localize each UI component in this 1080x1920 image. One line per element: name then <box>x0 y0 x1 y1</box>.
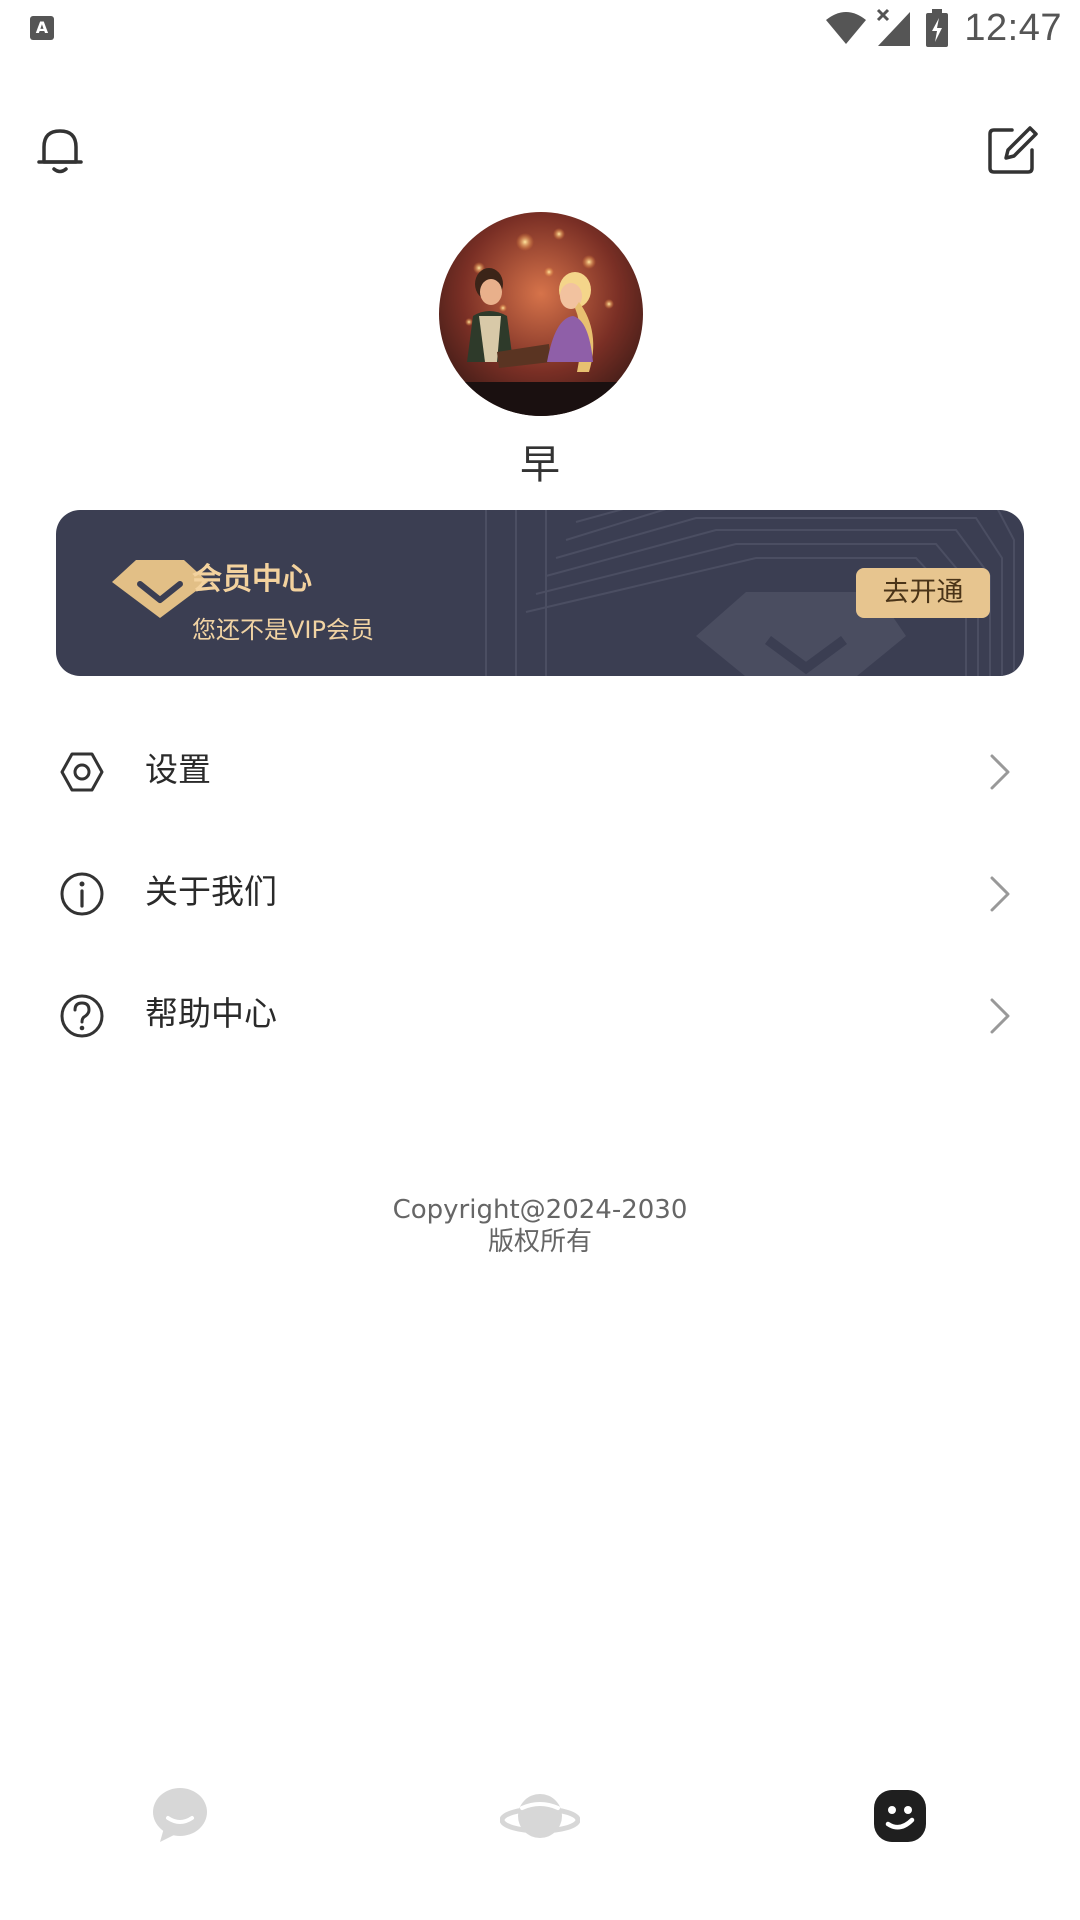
username: 早 <box>520 442 560 488</box>
vip-card[interactable]: 会员中心 您还不是VIP会员 去开通 <box>56 510 1024 676</box>
keyboard-notification-icon: A <box>30 16 54 40</box>
chat-icon <box>153 1788 207 1842</box>
edit-icon[interactable] <box>982 120 1042 180</box>
status-time: 12:47 <box>964 6 1062 49</box>
chevron-right-icon <box>990 754 1010 790</box>
smiley-icon <box>874 1790 926 1842</box>
avatar[interactable] <box>439 212 643 416</box>
nav-tab-chat[interactable] <box>120 1780 240 1920</box>
wifi-icon <box>826 12 867 44</box>
vip-activate-button[interactable]: 去开通 <box>856 568 990 618</box>
nav-tab-discover[interactable] <box>480 1780 600 1920</box>
nav-tab-me[interactable] <box>840 1780 960 1920</box>
copyright-rights: 版权所有 <box>487 1227 592 1257</box>
vip-title: 会员中心 <box>192 562 312 597</box>
copyright: Copyright@2024-2030 版权所有 <box>0 1194 1080 1258</box>
menu-item-about[interactable]: 关于我们 <box>0 844 1080 944</box>
chevron-right-icon <box>990 998 1010 1034</box>
signal-icon <box>877 8 911 46</box>
status-bar: A 12:47 <box>0 0 1080 56</box>
chevron-right-icon <box>990 876 1010 912</box>
vip-subtitle: 您还不是VIP会员 <box>192 616 374 644</box>
bell-icon[interactable] <box>30 120 90 180</box>
menu-item-settings[interactable]: 设置 <box>0 722 1080 822</box>
menu-item-help[interactable]: 帮助中心 <box>0 966 1080 1066</box>
help-icon <box>60 994 104 1038</box>
settings-icon <box>60 752 104 792</box>
copyright-line: Copyright@2024-2030 <box>392 1195 688 1225</box>
planet-icon <box>500 1794 580 1838</box>
info-icon <box>60 872 104 916</box>
menu-label-about: 关于我们 <box>145 872 277 911</box>
status-icons: 12:47 <box>824 6 1062 50</box>
menu-label-help: 帮助中心 <box>145 994 277 1033</box>
menu-label-settings: 设置 <box>145 750 211 789</box>
battery-icon <box>926 9 949 47</box>
bottom-nav <box>0 1780 1080 1920</box>
